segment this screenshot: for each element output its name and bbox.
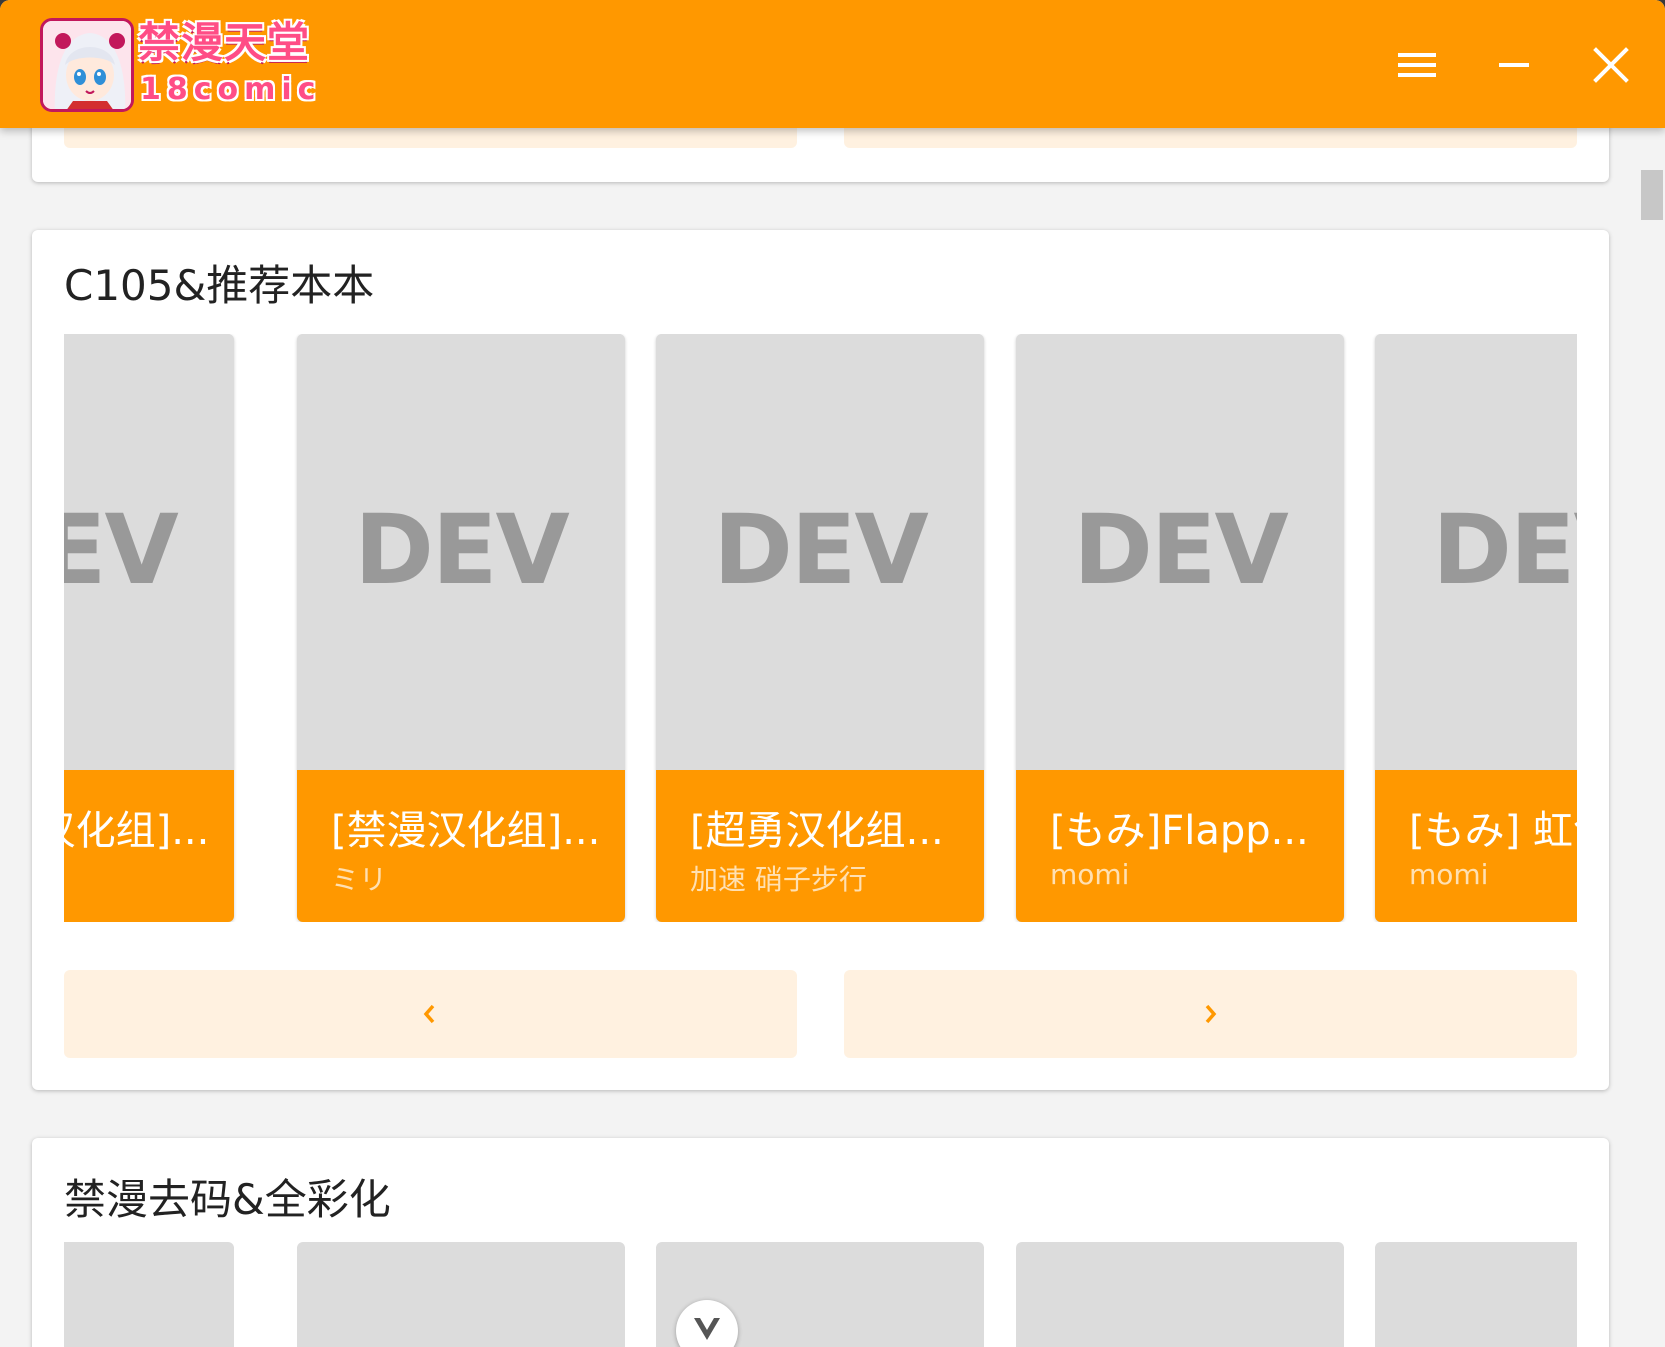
close-icon — [1586, 47, 1636, 94]
section-card: 禁漫去码&全彩化 — [32, 1138, 1609, 1347]
comic-title: [禁漫汉化组]... — [64, 808, 210, 854]
hamburger-icon — [1392, 53, 1442, 94]
next-page-button[interactable] — [844, 970, 1577, 1058]
comic-author: momi — [1409, 858, 1489, 891]
comic-info: [超勇汉化组... 加速 硝子步行 — [656, 770, 984, 922]
comic-cover: DEV — [656, 334, 984, 770]
app-logo[interactable]: 禁漫天堂 18comic — [40, 18, 350, 112]
comic-card[interactable] — [1016, 1242, 1344, 1347]
comic-info: [もみ] 虹色 momi — [1375, 770, 1577, 922]
comic-title: [もみ] 虹色 — [1409, 808, 1577, 854]
comic-card[interactable]: DEV [もみ] 虹色 momi — [1375, 334, 1577, 922]
comic-card[interactable]: DEV [禁漫汉化组]... — [64, 334, 234, 922]
logo-title: 禁漫天堂 — [138, 18, 311, 67]
title-bar: 禁漫天堂 18comic — [0, 0, 1665, 128]
logo-subtitle: 18comic — [140, 72, 322, 107]
comic-card[interactable]: DEV [もみ]Flapp... momi — [1016, 334, 1344, 922]
comic-info: [禁漫汉化组]... ミリ — [297, 770, 625, 922]
scrollbar-thumb[interactable] — [1641, 170, 1663, 220]
minimize-button[interactable] — [1489, 40, 1539, 90]
mascot-avatar — [40, 18, 134, 112]
comic-cover: DEV — [297, 334, 625, 770]
comic-title: [超勇汉化组... — [690, 808, 944, 854]
comic-info: [もみ]Flapp... momi — [1016, 770, 1344, 922]
comic-author: momi — [1050, 858, 1130, 891]
minimize-icon — [1489, 63, 1539, 94]
comic-author: ミリ — [331, 863, 388, 896]
comic-cover: DEV — [1375, 334, 1577, 770]
comic-info: [禁漫汉化组]... — [64, 770, 234, 922]
comic-card[interactable] — [1375, 1242, 1577, 1347]
menu-button[interactable] — [1392, 40, 1442, 90]
section-title: C105&推荐本本 — [64, 261, 375, 310]
close-button[interactable] — [1586, 40, 1636, 90]
comic-card[interactable]: DEV [禁漫汉化组]... ミリ — [297, 334, 625, 922]
comic-carousel[interactable] — [64, 1242, 1577, 1347]
comic-cover: DEV — [1016, 334, 1344, 770]
comic-card[interactable] — [64, 1242, 234, 1347]
comic-carousel[interactable]: DEV [禁漫汉化组]... DEV [禁漫汉化组]... ミリ DEV [超勇… — [64, 334, 1577, 922]
section-title: 禁漫去码&全彩化 — [64, 1175, 391, 1224]
comic-title: [禁漫汉化组]... — [331, 808, 601, 854]
comic-card[interactable]: DEV [超勇汉化组... 加速 硝子步行 — [656, 334, 984, 922]
prev-page-button[interactable] — [64, 970, 797, 1058]
comic-title: [もみ]Flapp... — [1050, 808, 1309, 854]
comic-cover: DEV — [64, 334, 234, 770]
comic-author: 加速 硝子步行 — [690, 863, 867, 896]
section-card: C105&推荐本本 DEV [禁漫汉化组]... DEV [禁漫汉化组]... … — [32, 230, 1609, 1090]
comic-card[interactable] — [297, 1242, 625, 1347]
app-window: 禁漫天堂 18comic C105&推荐本本 EV 化组]... DEV [禁漫… — [0, 0, 1665, 1347]
